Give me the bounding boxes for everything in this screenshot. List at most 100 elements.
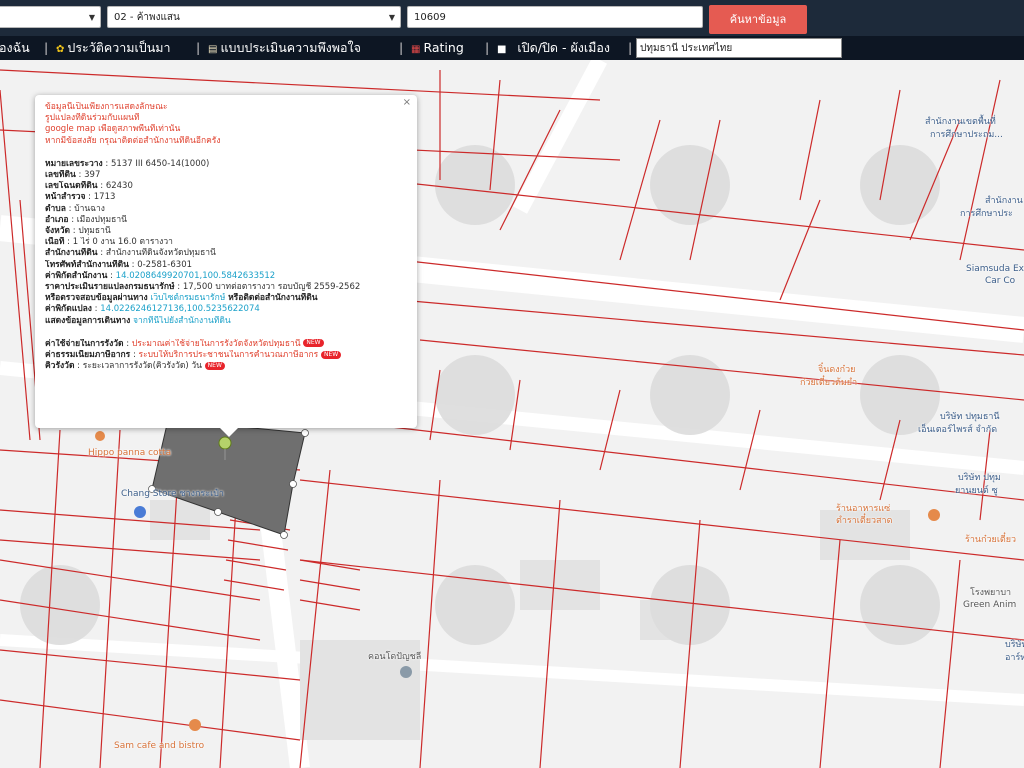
nav-separator: | — [628, 40, 633, 55]
nav-separator: | — [44, 40, 49, 55]
field-label: ตำบล — [45, 203, 66, 214]
poi-label[interactable]: สำนักงาน — [985, 196, 1023, 207]
field-label: ค่าธรรมเนียมภาษีอากร — [45, 350, 131, 361]
notice-line: หากมีข้อสงสัย กรุณาติดต่อสำนักงานที่ดินอ… — [45, 135, 221, 146]
field-row: เลขโฉนดที่ดิน : 62430 — [45, 181, 133, 192]
poi-label[interactable]: เอ็นเตอร์ไพรส์ จำกัด — [918, 425, 997, 436]
field-value: ปทุมธานี — [78, 226, 111, 237]
poi-label[interactable]: ยานยนต์ ซู — [955, 486, 998, 497]
deed-number-value: 10609 — [414, 12, 446, 23]
field-value: 397 — [84, 170, 101, 181]
treasury-link[interactable]: เว็บไซต์กรมธนารักษ์ — [150, 293, 225, 303]
top-bar: ▼ 02 - ค้าพงแสน ▼ 10609 ค้นหาข้อมูล — [0, 0, 1024, 36]
field-row: เนื้อที่ : 1 ไร่ 0 งาน 16.0 ตารางวา — [45, 237, 173, 248]
poi-label[interactable]: Hippo panna cotta — [88, 448, 171, 459]
poi-label[interactable]: การศึกษาประ — [960, 209, 1013, 220]
location-search-input[interactable]: ปทุมธานี ประเทศไทย — [636, 38, 842, 58]
check-row: หรือตรวจสอบข้อมูลผ่านทาง เว็บไซต์กรมธนาร… — [45, 293, 407, 304]
poi-label[interactable]: ร้านอาหารแซ่ — [836, 504, 890, 515]
poi-label[interactable]: Chang Store ชางกระเป๋า — [121, 489, 224, 500]
nav-bar: องฉัน | ✿ ประวัติความเป็นมา | ▤ แบบประเมิน… — [0, 36, 1024, 60]
nav-item-about-label: องฉัน — [0, 40, 30, 55]
poi-label[interactable]: อาร์ทแ — [1005, 653, 1024, 664]
poi-label[interactable]: ตำราเตี๋ยวสาด — [836, 516, 892, 527]
tax-fee-link[interactable]: ระบบให้บริการประชาชนในการคำนวณภาษีอากร — [139, 350, 319, 360]
extra-row: คิวรังวัด : ระยะเวลาการรังวัด(คิวรังวัด)… — [45, 361, 407, 372]
poi-label[interactable]: สำนักงานเขตพื้นที่ — [925, 117, 996, 128]
field-value: 62430 — [105, 181, 133, 192]
parcel-coord-row: ค่าพิกัดแปลง : 14.0226246127136,100.5235… — [45, 304, 260, 315]
nav-item-survey-label: แบบประเมินความพึงพอใจ — [220, 40, 361, 55]
poi-label[interactable]: บริษัท — [1005, 640, 1024, 651]
field-label: หรือติดต่อสำนักงานที่ดิน — [228, 293, 318, 304]
field-label: อำเภอ — [45, 214, 69, 225]
nav-item-about[interactable]: องฉัน — [0, 36, 30, 60]
chart-icon: ▦ — [411, 44, 421, 55]
new-badge: NEW — [320, 350, 342, 359]
chevron-down-icon: ▼ — [88, 13, 95, 22]
nav-separator: | — [399, 40, 404, 55]
province-select[interactable]: ▼ — [0, 6, 101, 28]
office-coord-link[interactable]: 14.0208649920701,100.5842633512 — [116, 271, 276, 281]
poi-label[interactable]: บริษัท ปทุมธานี — [940, 412, 1000, 423]
field-label: เลขโฉนดที่ดิน — [45, 181, 98, 192]
field-value: 17,500 บาทต่อตารางวา รอบบัญชี 2559-2562 — [182, 282, 361, 293]
field-label: เนื้อที่ — [45, 237, 65, 248]
poi-label[interactable]: บริษัท ปทุม — [958, 473, 1001, 484]
notice-line: ข้อมูลนี้เป็นเพียงการแสดงลักษณะ — [45, 102, 168, 112]
poi-label[interactable]: Green Anim — [963, 600, 1016, 611]
field-row: จังหวัด : ปทุมธานี — [45, 226, 111, 237]
nav-item-survey[interactable]: ▤ แบบประเมินความพึงพอใจ — [208, 36, 361, 60]
close-icon[interactable]: × — [403, 97, 411, 108]
notice-line: รูปแปลงที่ดินร่วมกับแผนที่ — [45, 113, 140, 124]
survey-cost-link[interactable]: ประมาณค่าใช้จ่ายในการรังวัดจังหวัดปทุมธา… — [132, 339, 301, 349]
nav-item-rating[interactable]: ▦ Rating — [411, 36, 464, 60]
nav-item-zoning-label: เปิด/ปิด - ผังเมือง — [517, 40, 611, 55]
nav-item-history-label: ประวัติความเป็นมา — [67, 40, 171, 55]
field-label: หรือตรวจสอบข้อมูลผ่านทาง — [45, 293, 148, 304]
field-value: 1713 — [93, 192, 116, 203]
field-label: ค่าพิกัดสำนักงาน — [45, 270, 108, 281]
nav-item-zoning-toggle[interactable]: ■ เปิด/ปิด - ผังเมือง — [497, 36, 610, 60]
document-icon: ▤ — [208, 44, 218, 55]
field-value: 0-2581-6301 — [137, 259, 193, 270]
price-row: ราคาประเมินรายแปลงกรมธนารักษ์ : 17,500 บ… — [45, 282, 361, 293]
poi-label[interactable]: จิ๋นดงก๋วย — [818, 365, 855, 376]
nav-separator: | — [196, 40, 201, 55]
field-value: 1 ไร่ 0 งาน 16.0 ตารางวา — [72, 237, 173, 248]
route-link[interactable]: จากที่นี่ไปยังสำนักงานที่ดิน — [133, 316, 231, 326]
field-row: เลขที่ดิน : 397 — [45, 170, 101, 181]
field-label: แสดงข้อมูลการเดินทาง — [45, 315, 131, 326]
search-button[interactable]: ค้นหาข้อมูล — [709, 5, 807, 34]
field-row: โทรศัพท์สำนักงานที่ดิน : 0-2581-6301 — [45, 259, 193, 270]
extra-row: ค่าใช้จ่ายในการรังวัด : ประมาณค่าใช้จ่าย… — [45, 339, 407, 350]
square-icon: ■ — [497, 44, 507, 55]
deed-number-input[interactable]: 10609 — [407, 6, 703, 28]
route-row: แสดงข้อมูลการเดินทาง จากที่นี่ไปยังสำนัก… — [45, 316, 407, 327]
poi-label[interactable]: Car Co — [985, 276, 1015, 287]
chevron-down-icon: ▼ — [388, 13, 395, 22]
field-value: เมืองปทุมธานี — [76, 214, 127, 225]
district-select[interactable]: 02 - ค้าพงแสน ▼ — [107, 6, 401, 28]
district-select-value: 02 - ค้าพงแสน — [114, 12, 180, 23]
poi-label[interactable]: ร้านก๋วยเตี๋ยว — [965, 535, 1016, 546]
field-row: หน้าสำรวจ : 1713 — [45, 192, 116, 203]
poi-label[interactable]: การศึกษาประถม... — [930, 130, 1003, 141]
poi-label[interactable]: ก๋วยเตี๋ยวต้มยำ — [800, 378, 857, 389]
poi-label[interactable]: Siamsuda Ex — [966, 264, 1024, 275]
poi-label[interactable]: คอนโดปัญชลี — [368, 652, 421, 663]
nav-separator: | — [485, 40, 490, 55]
field-label: โทรศัพท์สำนักงานที่ดิน — [45, 259, 129, 270]
location-search-value: ปทุมธานี ประเทศไทย — [640, 43, 733, 54]
poi-label[interactable]: โรงพยาบา — [970, 588, 1011, 599]
nav-item-history[interactable]: ✿ ประวัติความเป็นมา — [56, 36, 171, 60]
field-label: หมายเลขระวาง — [45, 158, 103, 169]
poi-label[interactable]: Sam cafe and bistro — [114, 741, 204, 752]
parcel-coord-link[interactable]: 14.0226246127136,100.5235622074 — [100, 304, 260, 314]
field-value: สำนักงานที่ดินจังหวัดปทุมธานี — [105, 248, 216, 259]
new-badge: NEW — [303, 339, 324, 348]
parcel-info-popup: × ข้อมูลนี้เป็นเพียงการแสดงลักษณะ รูปแปล… — [35, 95, 417, 437]
notice-line: google map เพื่อดูสภาพพื้นที่เท่านั้น — [45, 124, 181, 135]
